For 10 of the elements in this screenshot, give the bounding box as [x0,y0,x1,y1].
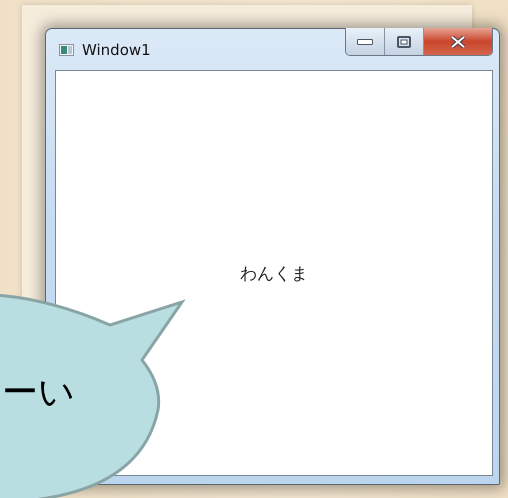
window-title: Window1 [82,40,151,58]
bubble-text: ーい [2,371,75,415]
content-text: わんくま [240,262,308,284]
maximize-icon [397,36,411,48]
close-button[interactable] [424,28,492,55]
maximize-button[interactable] [385,28,424,55]
close-icon [450,36,466,48]
minimize-icon [357,38,373,44]
minimize-button[interactable] [346,28,385,55]
window-icon [59,44,74,56]
